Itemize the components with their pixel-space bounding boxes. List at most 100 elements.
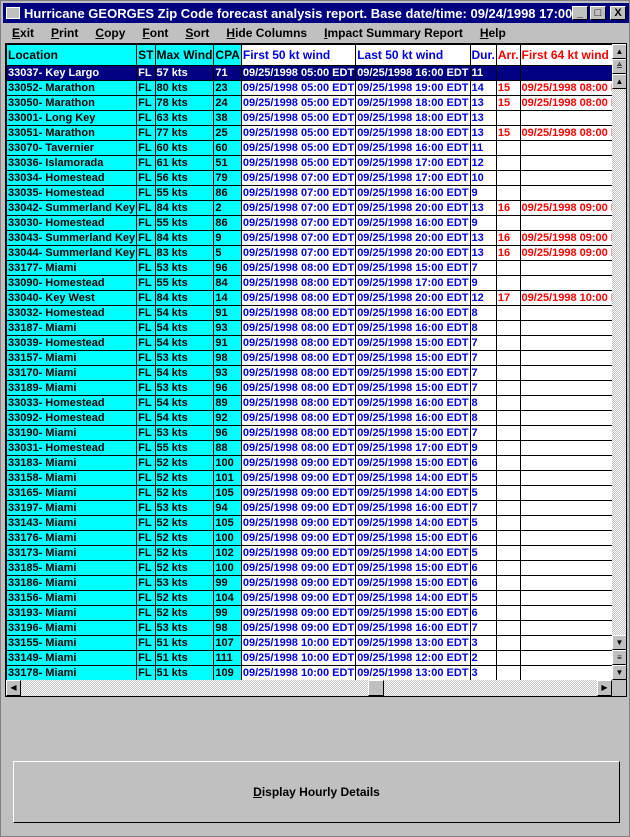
table-row[interactable]: 33156- Miami FL 52 kts 104 09/25/1998 09:00 …	[6, 590, 626, 606]
display-hourly-details-button[interactable]: Display Hourly Details	[13, 761, 620, 823]
scroll-up-icon[interactable]: ▲	[612, 74, 626, 89]
cell-max-wind: 54 kts	[154, 335, 215, 351]
table-row[interactable]: 33052- Marathon FL 80 kts 23 09/25/1998 05:0…	[6, 80, 626, 96]
column-header-first-64kt[interactable]: First 64 kt wind	[519, 44, 626, 66]
column-header-state[interactable]: ST	[136, 44, 156, 66]
cell-arrival	[495, 65, 521, 81]
table-row[interactable]: 33034- Homestead FL 56 kts 79 09/25/1998 07:…	[6, 170, 626, 186]
cell-location: 33197- Miami	[6, 500, 138, 516]
menu-sort[interactable]: Sort	[176, 24, 217, 42]
table-row[interactable]: 33001- Long Key FL 63 kts 38 09/25/1998 05:0…	[6, 110, 626, 126]
cell-arrival	[495, 440, 521, 456]
cell-location: 33031- Homestead	[6, 440, 138, 456]
close-button[interactable]: X	[610, 6, 626, 20]
table-row[interactable]: 33050- Marathon FL 78 kts 24 09/25/1998 05:0…	[6, 95, 626, 111]
cell-max-wind: 52 kts	[154, 545, 215, 561]
table-row[interactable]: 33157- Miami FL 53 kts 98 09/25/1998 08:00 E…	[6, 350, 626, 366]
cell-location: 33030- Homestead	[6, 215, 138, 231]
cell-last-50kt: 09/25/1998 14:00 EDT	[355, 470, 471, 486]
vertical-scrollbar[interactable]: ▲ ≜ ▲ ▼ ≡ ▼	[612, 44, 626, 680]
table-row[interactable]: 33092- Homestead FL 54 kts 92 09/25/1998 08:…	[6, 410, 626, 426]
cell-first-50kt: 09/25/1998 07:00 EDT	[240, 170, 357, 186]
table-row[interactable]: 33178- Miami FL 51 kts 109 09/25/1998 10:00 …	[6, 665, 626, 681]
cell-location: 33032- Homestead	[6, 305, 138, 321]
cell-last-50kt: 09/25/1998 15:00 EDT	[355, 350, 471, 366]
scroll-left-icon[interactable]: ◀	[6, 680, 21, 696]
table-row[interactable]: 33197- Miami FL 53 kts 94 09/25/1998 09:00 E…	[6, 500, 626, 516]
column-header-arrival[interactable]: Arr.	[495, 44, 521, 66]
table-row[interactable]: 33190- Miami FL 53 kts 96 09/25/1998 08:00 E…	[6, 425, 626, 441]
menu-exit[interactable]: Exit	[3, 24, 42, 42]
cell-cpa: 14	[213, 290, 242, 306]
menu-copy[interactable]: Copy	[86, 24, 133, 42]
table-row[interactable]: 33183- Miami FL 52 kts 100 09/25/1998 09:00 …	[6, 455, 626, 471]
horizontal-scroll-thumb[interactable]	[368, 680, 384, 696]
cell-last-50kt: 09/25/1998 16:00 EDT	[355, 185, 471, 201]
table-row[interactable]: 33035- Homestead FL 55 kts 86 09/25/1998 07:…	[6, 185, 626, 201]
table-row[interactable]: 33155- Miami FL 51 kts 107 09/25/1998 10:00 …	[6, 635, 626, 651]
cell-first-50kt: 09/25/1998 09:00 EDT	[240, 515, 357, 531]
horizontal-scrollbar[interactable]: ◀ ▶	[6, 680, 612, 696]
table-row[interactable]: 33039- Homestead FL 54 kts 91 09/25/1998 08:…	[6, 335, 626, 351]
cell-arrival: 16	[495, 230, 521, 246]
table-row[interactable]: 33165- Miami FL 52 kts 105 09/25/1998 09:00 …	[6, 485, 626, 501]
table-row[interactable]: 33043- Summerland Key FL 84 kts 9 09/25/1998…	[6, 230, 626, 246]
cell-first-64kt	[519, 215, 626, 231]
maximize-button[interactable]: □	[590, 6, 606, 20]
table-row[interactable]: 33042- Summerland Key FL 84 kts 2 09/25/1998…	[6, 200, 626, 216]
menu-print[interactable]: Print	[42, 24, 86, 42]
table-row[interactable]: 33193- Miami FL 52 kts 99 09/25/1998 09:00 E…	[6, 605, 626, 621]
cell-first-64kt	[519, 455, 626, 471]
table-row[interactable]: 33170- Miami FL 54 kts 93 09/25/1998 08:00 E…	[6, 365, 626, 381]
scroll-page-up-icon[interactable]: ≜	[612, 59, 626, 74]
cell-last-50kt: 09/25/1998 15:00 EDT	[355, 530, 471, 546]
table-row[interactable]: 33033- Homestead FL 54 kts 89 09/25/1998 08:…	[6, 395, 626, 411]
cell-arrival	[495, 275, 521, 291]
column-header-cpa[interactable]: CPA	[213, 44, 242, 66]
column-header-max-wind[interactable]: Max Wind	[154, 44, 215, 66]
table-row[interactable]: 33189- Miami FL 53 kts 96 09/25/1998 08:00 E…	[6, 380, 626, 396]
table-row[interactable]: 33032- Homestead FL 54 kts 91 09/25/1998 08:…	[6, 305, 626, 321]
table-row[interactable]: 33196- Miami FL 53 kts 98 09/25/1998 09:00 E…	[6, 620, 626, 636]
table-row[interactable]: 33031- Homestead FL 55 kts 88 09/25/1998 08:…	[6, 440, 626, 456]
scroll-bottom-icon[interactable]: ▼	[612, 665, 626, 680]
table-row[interactable]: 33173- Miami FL 52 kts 102 09/25/1998 09:00 …	[6, 545, 626, 561]
table-row[interactable]: 33090- Homestead FL 55 kts 84 09/25/1998 08:…	[6, 275, 626, 291]
column-header-duration[interactable]: Dur.	[469, 44, 497, 66]
column-header-first-50kt[interactable]: First 50 kt wind	[240, 44, 357, 66]
scroll-top-icon[interactable]: ▲	[612, 44, 626, 59]
table-row[interactable]: 33185- Miami FL 52 kts 100 09/25/1998 09:00 …	[6, 560, 626, 576]
table-row[interactable]: 33044- Summerland Key FL 83 kts 5 09/25/1998…	[6, 245, 626, 261]
scroll-right-icon[interactable]: ▶	[597, 680, 612, 696]
cell-max-wind: 54 kts	[154, 410, 215, 426]
menu-font[interactable]: Font	[133, 24, 176, 42]
table-row[interactable]: 33030- Homestead FL 55 kts 86 09/25/1998 07:…	[6, 215, 626, 231]
table-row[interactable]: 33158- Miami FL 52 kts 101 09/25/1998 09:00 …	[6, 470, 626, 486]
table-row[interactable]: 33177- Miami FL 53 kts 96 09/25/1998 08:00 E…	[6, 260, 626, 276]
table-row[interactable]: 33176- Miami FL 52 kts 100 09/25/1998 09:00 …	[6, 530, 626, 546]
menu-impact-summary-report[interactable]: Impact Summary Report	[315, 24, 471, 42]
table-row[interactable]: 33070- Tavernier FL 60 kts 60 09/25/1998 05:…	[6, 140, 626, 156]
table-row[interactable]: 33040- Key West FL 84 kts 14 09/25/1998 08:0…	[6, 290, 626, 306]
table-row[interactable]: 33187- Miami FL 54 kts 93 09/25/1998 08:00 E…	[6, 320, 626, 336]
table-row[interactable]: 33149- Miami FL 51 kts 111 09/25/1998 10:00 …	[6, 650, 626, 666]
table-row[interactable]: 33036- Islamorada FL 61 kts 51 09/25/1998 05…	[6, 155, 626, 171]
cell-state: FL	[136, 200, 156, 216]
menu-help[interactable]: Help	[471, 24, 514, 42]
cell-state: FL	[136, 260, 156, 276]
scroll-page-down-icon[interactable]: ≡	[612, 650, 626, 665]
cell-max-wind: 53 kts	[154, 350, 215, 366]
table-row[interactable]: 33186- Miami FL 53 kts 99 09/25/1998 09:00 E…	[6, 575, 626, 591]
column-header-last-50kt[interactable]: Last 50 kt wind	[355, 44, 471, 66]
table-row[interactable]: 33051- Marathon FL 77 kts 25 09/25/1998 05:0…	[6, 125, 626, 141]
column-header-location[interactable]: Location	[6, 44, 138, 66]
cell-first-50kt: 09/25/1998 08:00 EDT	[240, 365, 357, 381]
minimize-button[interactable]: _	[572, 6, 588, 20]
cell-max-wind: 52 kts	[154, 455, 215, 471]
cell-first-50kt: 09/25/1998 10:00 EDT	[240, 635, 357, 651]
table-row[interactable]: 33143- Miami FL 52 kts 105 09/25/1998 09:00 …	[6, 515, 626, 531]
scroll-down-icon[interactable]: ▼	[612, 635, 626, 650]
menu-hide-columns[interactable]: Hide Columns	[217, 24, 315, 42]
app-icon[interactable]	[6, 7, 20, 19]
table-row[interactable]: 33037- Key Largo FL 57 kts 71 09/25/1998 05:…	[6, 65, 626, 81]
